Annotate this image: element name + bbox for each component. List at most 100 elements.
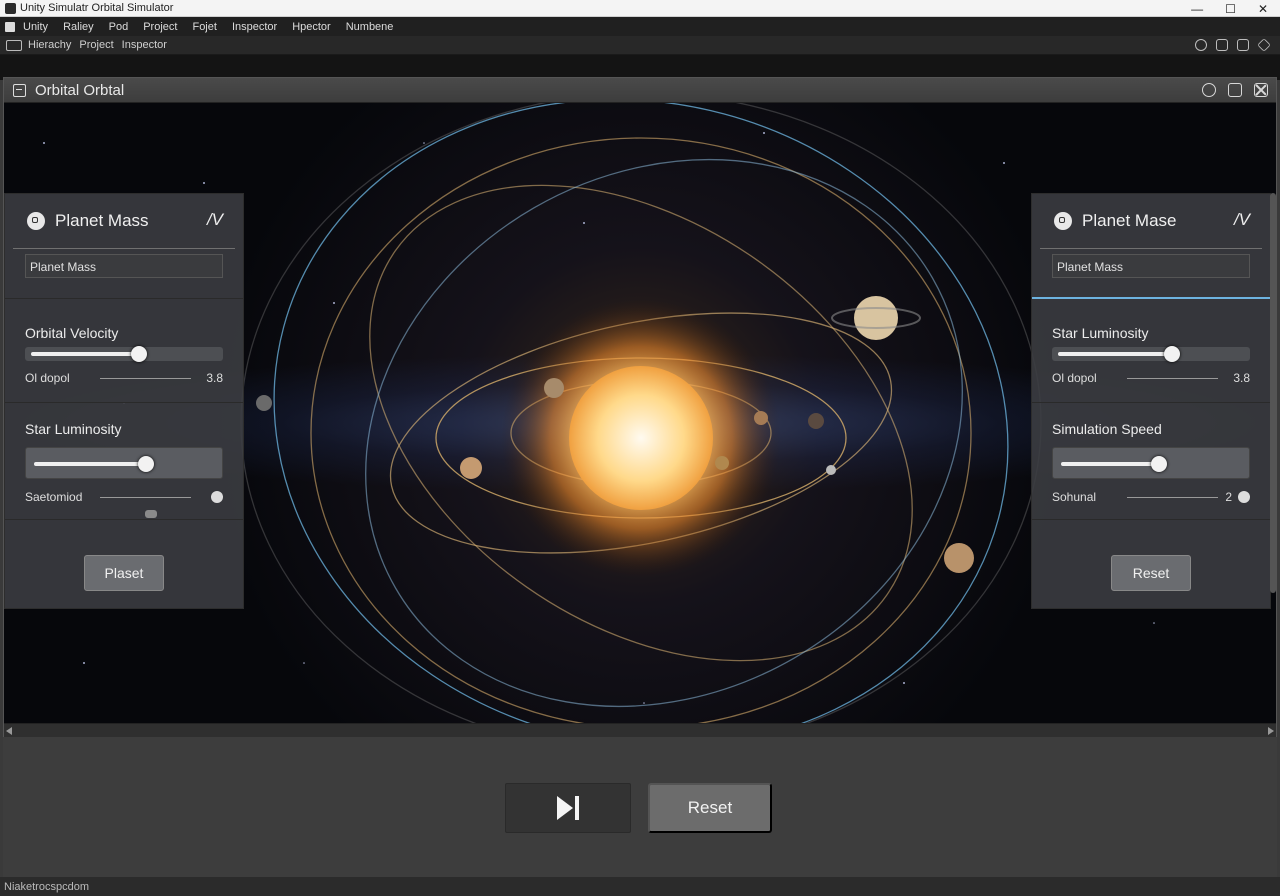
right-control-panel: Planet Mase /V Planet Mass Star Luminosi… [1031,193,1271,609]
mini-handle[interactable] [145,510,157,518]
right-panel-footer: Reset [1032,520,1270,610]
menu-item-2[interactable]: Raliey [63,21,94,33]
image-icon[interactable] [1216,39,1228,51]
step-bar-icon [575,796,579,820]
title-bar: Unity Simulatr Orbital Simulator — ☐ ✕ [0,0,1280,17]
tab-inspector[interactable]: Inspector [122,39,167,51]
simulation-title: Orbital Orbtal [35,81,125,99]
minimize-icon[interactable]: — [1191,2,1203,16]
readout-label: Saetomiod [25,490,83,504]
slider-fill [1061,462,1159,466]
orbital-velocity-slider[interactable] [25,346,223,362]
play-icon [557,796,573,820]
tab-project[interactable]: Project [79,39,113,51]
menu-item-5[interactable]: Fojet [192,21,216,33]
right-panel-header: Planet Mase /V Planet Mass [1032,194,1270,299]
vertical-scrollbar[interactable] [1270,193,1276,593]
menu-item-8[interactable]: Numbene [346,21,394,33]
slider-knob[interactable] [1151,456,1167,472]
horizontal-scrollbar[interactable] [4,723,1276,737]
app-icon [5,2,16,14]
menu-item-7[interactable]: Hpector [292,21,331,33]
menu-item-inspector[interactable]: Inspector [232,21,277,33]
left-control-panel: Planet Mass /V Planet Mass Orbital Veloc… [4,193,244,609]
divider [1040,248,1262,249]
luminosity-readout: Saetomiod [25,490,223,506]
left-panel-header: Planet Mass /V Planet Mass [5,194,243,299]
star-luminosity-label: Star Luminosity [1052,325,1149,341]
globe-icon[interactable] [1202,83,1216,97]
diamond-icon[interactable] [1257,38,1271,52]
menu-item-3[interactable]: Pod [109,21,129,33]
window-controls: — ☐ ✕ [1191,0,1268,17]
left-panel-title: Planet Mass [55,211,149,230]
speed-readout: Sohunal 2 [1052,490,1250,506]
close-icon[interactable] [1254,83,1268,97]
step-forward-button[interactable] [505,783,631,833]
orbital-velocity-section: Orbital Velocity Ol dopol 3.8 [5,299,243,403]
status-bar: Niaketrocspcdom [0,877,1280,896]
playback-controls: Reset [3,737,1277,877]
simulation-speed-label: Simulation Speed [1052,421,1162,437]
readout-value: 3.8 [1233,371,1250,385]
slider-fill [1058,352,1170,356]
left-panel-footer: Plaset [5,520,243,610]
readout-line [100,378,191,379]
slider-knob[interactable] [1164,346,1180,362]
slider-knob[interactable] [131,346,147,362]
menu-bar: Unity Raliey Pod Project Fojet Inspector… [0,17,1280,36]
slider-fill [34,462,146,466]
globe-icon[interactable] [1195,39,1207,51]
planet-mass-field[interactable]: Planet Mass [25,254,223,278]
simulation-speed-slider[interactable] [1052,447,1250,479]
readout-label: Ol dopol [25,371,70,385]
reset-panel-button[interactable]: Reset [1111,555,1191,591]
star-luminosity-label: Star Luminosity [25,421,122,437]
divider [13,248,235,249]
maximize-icon[interactable]: ☐ [1225,2,1236,16]
readout-label: Ol dopol [1052,371,1097,385]
menu-item-unity[interactable]: Unity [23,21,48,33]
readout-line [100,497,191,498]
planet-icon [1054,212,1072,230]
layout-icon[interactable] [6,39,22,51]
star-luminosity-slider[interactable] [25,447,223,479]
simulation-window: Orbital Orbtal Planet Mass /V Planet Mas… [3,77,1277,737]
luminosity-readout: Ol dopol 3.8 [1052,371,1250,387]
toolbar: Hierachy Project Inspector [0,36,1280,55]
preset-button[interactable]: Plaset [84,555,164,591]
toolbar-right-icons [1195,38,1271,52]
right-panel-title: Planet Mase [1082,211,1177,230]
scroll-left-icon[interactable] [6,727,12,735]
toggle-dot-icon[interactable] [211,491,223,503]
close-icon[interactable]: ✕ [1258,2,1268,16]
restore-icon[interactable] [1228,83,1242,97]
window-icon [13,83,26,97]
menu-item-project[interactable]: Project [143,21,177,33]
sun [569,366,713,510]
orbital-velocity-readout: Ol dopol 3.8 [25,371,223,387]
planet-mass-field[interactable]: Planet Mass [1052,254,1250,278]
window-title: Unity Simulatr Orbital Simulator [20,2,174,14]
pin-icon[interactable]: /V [1234,210,1250,230]
orbital-velocity-label: Orbital Velocity [25,325,119,341]
slider-knob[interactable] [138,456,154,472]
star-luminosity-slider[interactable] [1052,346,1250,362]
simulation-header: Orbital Orbtal [4,78,1276,103]
orbital-viewport[interactable]: Planet Mass /V Planet Mass Orbital Veloc… [4,103,1276,723]
reset-button[interactable]: Reset [648,783,772,833]
star-luminosity-section: Star Luminosity Saetomiod [5,403,243,520]
readout-value: 2 [1225,490,1232,504]
pin-icon[interactable]: /V [207,210,223,230]
scroll-right-icon[interactable] [1268,727,1274,735]
toggle-dot-icon[interactable] [1238,491,1250,503]
star-luminosity-section: Star Luminosity Ol dopol 3.8 [1032,299,1270,403]
readout-value: 3.8 [206,371,223,385]
tab-hierarchy[interactable]: Hierachy [28,39,71,51]
readout-line [1127,497,1218,498]
simulation-header-controls [1202,83,1268,97]
slider-fill [31,352,137,356]
planet-icon [27,212,45,230]
unity-logo-icon [5,21,15,32]
window-icon[interactable] [1237,39,1249,51]
